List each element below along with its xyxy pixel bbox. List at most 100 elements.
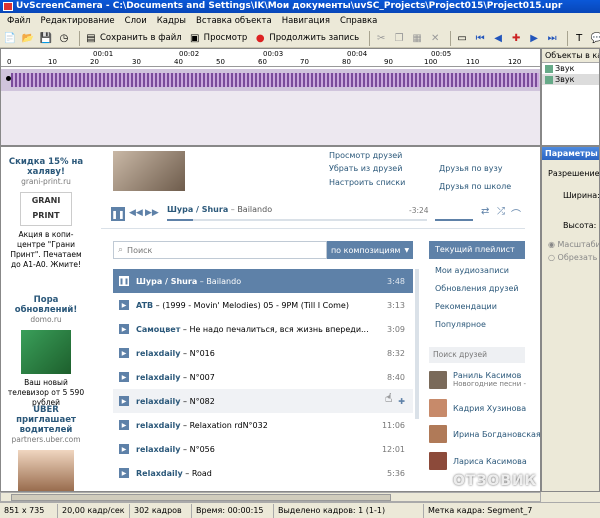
- next-track-icon[interactable]: ▶▶: [145, 208, 159, 218]
- timeline-panel[interactable]: 00:01 00:02 00:03 00:04 00:05 0 10 20 30…: [0, 48, 541, 146]
- menu-current-playlist[interactable]: Текущий плейлист: [429, 241, 525, 259]
- pause-button[interactable]: ❚❚: [111, 207, 125, 221]
- friend-name[interactable]: Раниль Касимов: [453, 371, 526, 380]
- object-item[interactable]: Звук: [542, 74, 599, 85]
- track-row[interactable]: ▶ relaxdaily – N°016 8:32: [113, 341, 413, 365]
- repeat-icon[interactable]: ⇄: [481, 206, 489, 217]
- frame-props-icon[interactable]: ▭: [455, 31, 469, 45]
- play-icon[interactable]: ▶: [119, 300, 129, 310]
- link-university-friends[interactable]: Друзья по вузу: [439, 164, 503, 173]
- track-artist[interactable]: relaxdaily: [136, 397, 181, 406]
- scrollbar-thumb[interactable]: [11, 494, 391, 501]
- delete-icon[interactable]: ✕: [428, 31, 442, 45]
- menu-my-audio[interactable]: Мои аудиозаписи: [435, 266, 509, 275]
- track-artist[interactable]: relaxdaily: [136, 349, 181, 358]
- insert-marker-icon[interactable]: ✚: [509, 31, 523, 45]
- object-item[interactable]: Звук: [542, 63, 599, 74]
- play-icon[interactable]: ▶: [119, 324, 129, 334]
- playhead-marker[interactable]: [6, 76, 11, 81]
- frame-preview[interactable]: Скидка 15% на халяву! grani-print.ru GRA…: [0, 146, 541, 492]
- link-view-friends[interactable]: Просмотр друзей: [329, 151, 402, 160]
- menu-popular[interactable]: Популярное: [435, 320, 486, 329]
- continue-recording-button[interactable]: ● Продолжить запись: [253, 31, 359, 45]
- menu-layers[interactable]: Слои: [120, 13, 152, 29]
- link-configure-lists[interactable]: Настроить списки: [329, 178, 405, 187]
- menu-recommendations[interactable]: Рекомендации: [435, 302, 497, 311]
- play-icon[interactable]: ▶: [119, 372, 129, 382]
- progress-bar[interactable]: [167, 219, 427, 221]
- go-end-icon[interactable]: ▶: [527, 31, 541, 45]
- track-row[interactable]: ▶ Relaxdaily – Road 5:36: [113, 461, 413, 485]
- fast-forward-icon[interactable]: ⏭: [545, 31, 559, 45]
- play-icon[interactable]: ▶: [119, 420, 129, 430]
- audio-search-box[interactable]: ⌕: [113, 241, 327, 259]
- track-artist[interactable]: relaxdaily: [136, 421, 181, 430]
- open-folder-icon[interactable]: 📂: [21, 31, 35, 45]
- ad-title[interactable]: Скидка 15% на халяву!: [5, 157, 87, 177]
- friend-item[interactable]: Ирина Богдановская: [429, 423, 540, 445]
- play-icon[interactable]: ▶: [119, 396, 129, 406]
- search-filter-dropdown[interactable]: по композициям ▼: [327, 241, 413, 259]
- menu-help[interactable]: Справка: [335, 13, 382, 29]
- ad-block[interactable]: UBER приглашает водителей partners.uber.…: [5, 405, 87, 491]
- cut-icon[interactable]: ✂: [374, 31, 388, 45]
- link-remove-friend[interactable]: Убрать из друзей: [329, 164, 402, 173]
- track-row[interactable]: ❚❚ Шура / Shura – Bailando 3:48: [113, 269, 413, 293]
- track-artist[interactable]: Шура / Shura: [136, 277, 197, 286]
- friend-item[interactable]: Раниль Касимов Новогодние песни -: [429, 369, 526, 391]
- friends-search-box[interactable]: Поиск друзей: [429, 347, 525, 363]
- profile-photo[interactable]: [113, 151, 185, 191]
- new-file-icon[interactable]: 📄: [3, 31, 17, 45]
- track-artist[interactable]: Relaxdaily: [136, 469, 183, 478]
- preview-button[interactable]: ▣ Просмотр: [188, 31, 247, 45]
- text-tool-icon[interactable]: T: [572, 31, 586, 45]
- shuffle-icon[interactable]: ⤮: [497, 206, 505, 217]
- ad-title[interactable]: UBER приглашает водителей: [5, 405, 87, 435]
- ad-block[interactable]: Скидка 15% на халяву! grani-print.ru GRA…: [5, 157, 87, 270]
- track-row[interactable]: ▶ relaxdaily – Relaxation rdN°032 11:06: [113, 413, 413, 437]
- menu-frames[interactable]: Кадры: [152, 13, 191, 29]
- track-row[interactable]: ▶ Самоцвет – Не надо печалиться, вся жиз…: [113, 317, 413, 341]
- save-to-file-button[interactable]: ▤ Сохранить в файл: [84, 31, 181, 45]
- play-icon[interactable]: ▶: [119, 468, 129, 478]
- track-artist[interactable]: ATB: [136, 301, 153, 310]
- go-start-icon[interactable]: ◀: [491, 31, 505, 45]
- ad-title[interactable]: Пора обновлений!: [5, 295, 87, 315]
- volume-bar[interactable]: [435, 219, 473, 221]
- play-icon[interactable]: ▶: [119, 348, 129, 358]
- track-artist[interactable]: Самоцвет: [136, 325, 180, 334]
- track-row[interactable]: ▶ ATB – (1999 - Movin' Melodies) 05 - 9P…: [113, 293, 413, 317]
- paste-icon[interactable]: ▦: [410, 31, 424, 45]
- menu-file[interactable]: Файл: [2, 13, 35, 29]
- play-icon[interactable]: ▶: [119, 444, 129, 454]
- save-icon[interactable]: 💾: [39, 31, 53, 45]
- track-artist[interactable]: relaxdaily: [136, 445, 181, 454]
- friend-name[interactable]: Лариса Касимова: [453, 457, 527, 466]
- pause-icon[interactable]: ❚❚: [119, 276, 129, 286]
- copy-icon[interactable]: ❐: [392, 31, 406, 45]
- menu-insert-object[interactable]: Вставка объекта: [191, 13, 277, 29]
- broadcast-icon[interactable]: ⌒: [511, 206, 521, 221]
- callout-icon[interactable]: 💬: [590, 31, 600, 45]
- friend-item[interactable]: Кадрия Хузинова: [429, 397, 526, 419]
- menu-friends-updates[interactable]: Обновления друзей: [435, 284, 519, 293]
- ad-block[interactable]: Пора обновлений! domo.ru Ваш новый телев…: [5, 295, 87, 408]
- track-row[interactable]: ▶ relaxdaily – N°056 12:01: [113, 437, 413, 461]
- preview-horizontal-scrollbar[interactable]: [0, 492, 541, 502]
- crop-option[interactable]: ○ Обрезать (к: [545, 253, 599, 262]
- rewind-icon[interactable]: ⏮: [473, 31, 487, 45]
- prev-track-icon[interactable]: ◀◀: [129, 208, 143, 218]
- friend-name[interactable]: Ирина Богдановская: [453, 430, 540, 439]
- track-row[interactable]: ▶ relaxdaily – N°007 8:40: [113, 365, 413, 389]
- friend-item[interactable]: Лариса Касимова: [429, 450, 527, 472]
- track-artist[interactable]: relaxdaily: [136, 373, 181, 382]
- search-input[interactable]: [127, 245, 318, 255]
- clock-icon[interactable]: ◷: [57, 31, 71, 45]
- menu-edit[interactable]: Редактирование: [35, 13, 119, 29]
- menu-navigation[interactable]: Навигация: [277, 13, 335, 29]
- add-track-icon[interactable]: ✚: [398, 397, 405, 406]
- list-scrollbar[interactable]: [415, 269, 419, 419]
- friend-name[interactable]: Кадрия Хузинова: [453, 404, 526, 413]
- scale-option[interactable]: ◉ Масштабир: [545, 240, 599, 249]
- link-school-friends[interactable]: Друзья по школе: [439, 182, 511, 191]
